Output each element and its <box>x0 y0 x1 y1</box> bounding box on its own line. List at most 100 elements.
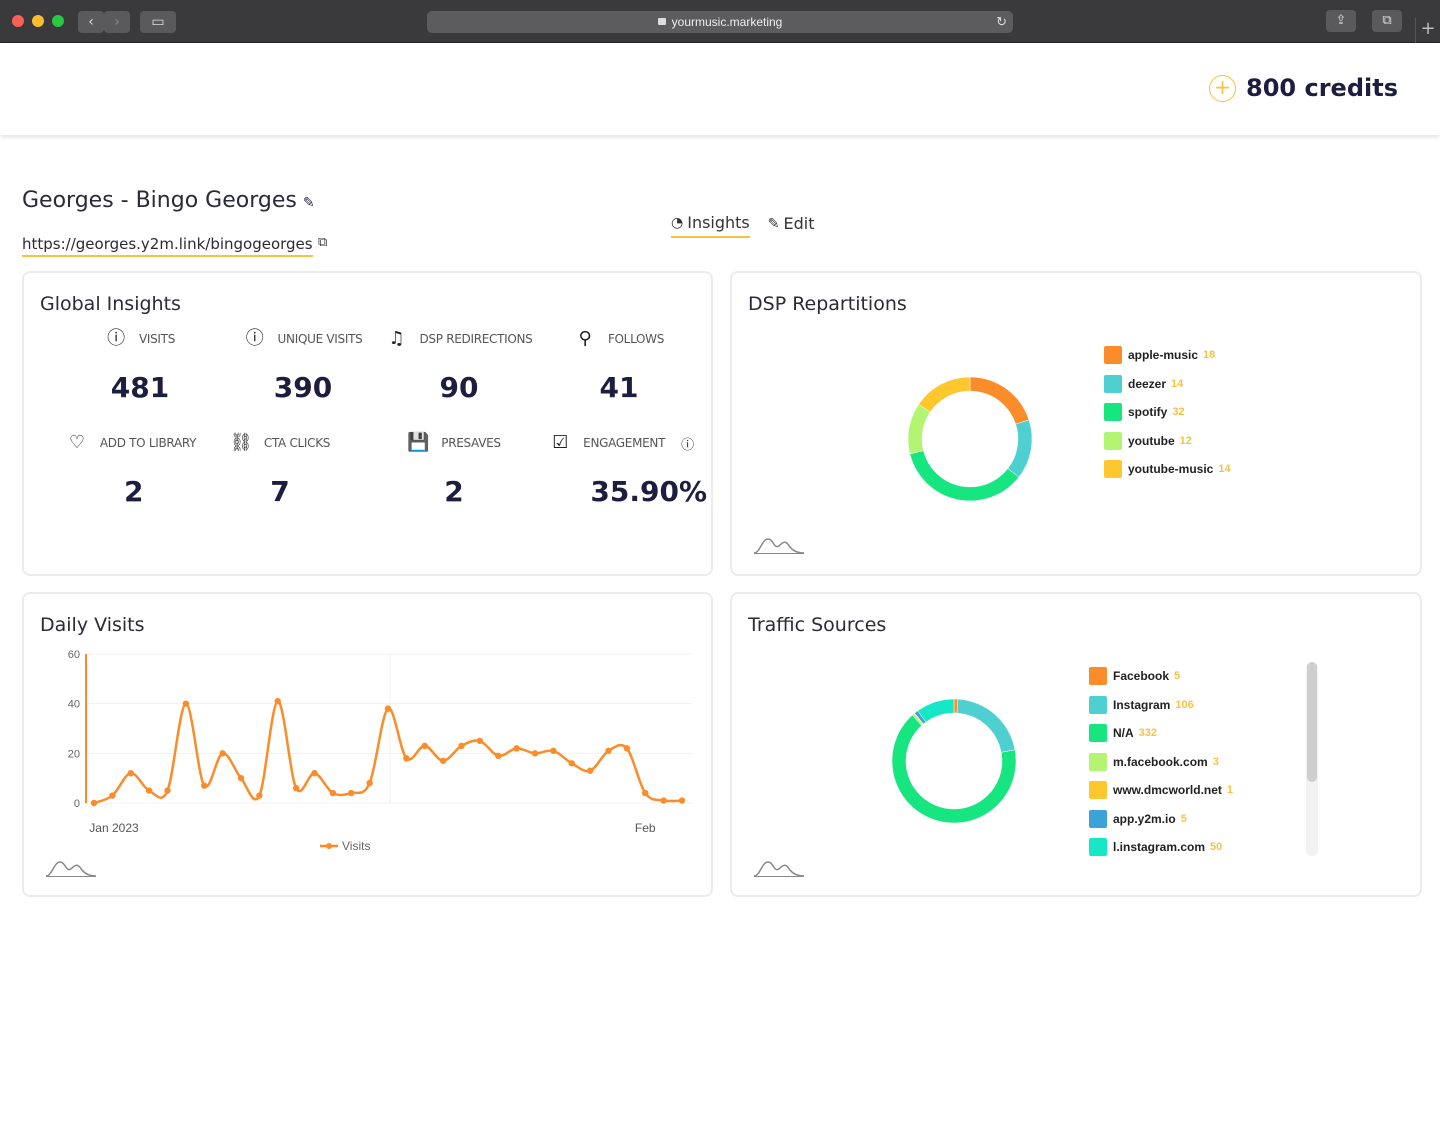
smart-link-url[interactable]: https://georges.y2m.link/bingogeorges <box>22 235 313 257</box>
donut-slice-spotify[interactable] <box>909 450 1020 502</box>
stat-cta-clicks: ⛓ CTA CLICKS 7 <box>216 431 344 508</box>
data-point[interactable] <box>605 747 612 755</box>
chart-logo-icon <box>45 861 97 877</box>
edit-pencil-icon[interactable]: ✎ <box>303 195 315 211</box>
data-point[interactable] <box>201 782 208 789</box>
legend-item[interactable]: spotify 32 <box>1104 398 1231 427</box>
copy-icon[interactable]: ⧉ <box>318 235 327 250</box>
chart-logo-icon <box>753 861 805 877</box>
data-point[interactable] <box>403 755 410 762</box>
data-point[interactable] <box>586 767 594 774</box>
legend-value: 5 <box>1174 670 1181 683</box>
stat-value: 90 <box>439 371 479 404</box>
stat-value: 2 <box>444 475 464 508</box>
data-point[interactable] <box>256 792 263 799</box>
stat-presaves: 💾 PRESAVES 2 <box>384 431 524 508</box>
legend-swatch <box>1104 403 1122 422</box>
legend-scrollbar-thumb[interactable] <box>1307 662 1317 782</box>
card-title: DSP Repartitions <box>748 293 907 315</box>
legend-item[interactable]: www.dmcworld.net 1 <box>1089 776 1233 805</box>
legend-label: Instagram <box>1113 697 1171 712</box>
legend-item[interactable]: m.facebook.com 3 <box>1089 748 1233 777</box>
data-point[interactable] <box>127 770 134 777</box>
zoom-window-button[interactable] <box>52 15 64 27</box>
legend-label: l.instagram.com <box>1113 840 1206 855</box>
close-window-button[interactable] <box>12 15 24 27</box>
minimize-window-button[interactable] <box>32 15 44 27</box>
data-point[interactable] <box>550 747 557 755</box>
data-point[interactable] <box>439 757 447 764</box>
add-credits-icon[interactable]: + <box>1209 74 1237 102</box>
tab-insights[interactable]: ◔ Insights <box>671 213 750 238</box>
legend-scrollbar[interactable] <box>1306 662 1318 856</box>
data-point[interactable] <box>145 787 153 794</box>
legend-swatch <box>1089 667 1107 686</box>
stat-label: FOLLOWS <box>607 332 665 346</box>
data-point[interactable] <box>384 705 392 712</box>
data-point[interactable] <box>531 750 539 757</box>
data-point[interactable] <box>329 789 337 797</box>
data-point[interactable] <box>568 760 575 767</box>
stat-label: ENGAGEMENT <box>583 436 666 450</box>
save-icon: 💾 <box>407 432 430 453</box>
tabs-icon: ⧉ <box>1382 13 1392 28</box>
data-point[interactable] <box>366 779 373 787</box>
data-point[interactable] <box>623 745 631 752</box>
data-point[interactable] <box>292 784 300 792</box>
legend-item[interactable]: deezer 14 <box>1104 370 1231 399</box>
legend-value: 14 <box>1171 377 1184 390</box>
donut-slice-youtube[interactable] <box>907 403 931 455</box>
data-point[interactable] <box>311 770 318 777</box>
data-point[interactable] <box>90 799 98 807</box>
donut-slice-deezer[interactable] <box>1007 419 1033 478</box>
card-title: Global Insights <box>40 293 181 315</box>
legend-label: N/A <box>1113 726 1134 741</box>
data-point[interactable] <box>476 737 484 745</box>
info-icon[interactable]: ⓘ <box>681 434 694 453</box>
data-point[interactable] <box>642 789 649 797</box>
data-point[interactable] <box>495 752 502 760</box>
legend-marker <box>326 843 332 849</box>
data-point[interactable] <box>678 797 686 804</box>
tab-overview-button[interactable]: ⧉ <box>1372 10 1402 32</box>
data-point[interactable] <box>274 697 281 705</box>
forward-button[interactable]: › <box>104 11 130 33</box>
data-point[interactable] <box>421 742 428 750</box>
data-point[interactable] <box>182 700 190 707</box>
legend-item[interactable]: youtube 12 <box>1104 427 1231 456</box>
legend-item[interactable]: youtube-music 14 <box>1104 455 1231 484</box>
data-point[interactable] <box>237 774 245 782</box>
legend-item[interactable]: Facebook 5 <box>1089 662 1233 691</box>
back-button[interactable]: ‹ <box>78 11 104 33</box>
data-point[interactable] <box>513 745 520 752</box>
tab-edit[interactable]: ✎ Edit <box>768 213 815 238</box>
legend-value: 332 <box>1138 727 1158 740</box>
stat-dsp-redirections: ♫ DSP REDIRECTIONS 90 <box>369 327 549 404</box>
address-bar[interactable]: yourmusic.marketing ↻ <box>427 11 1013 33</box>
legend-item[interactable]: app.y2m.io 5 <box>1089 805 1233 834</box>
dsp-donut-chart <box>907 376 1033 502</box>
data-point[interactable] <box>348 789 355 797</box>
reload-icon[interactable]: ↻ <box>996 11 1007 33</box>
credits-display[interactable]: + 800 credits <box>1209 74 1398 102</box>
data-point[interactable] <box>458 742 465 750</box>
donut-slice-apple-music[interactable] <box>969 376 1030 425</box>
new-tab-button[interactable]: + <box>1415 18 1440 43</box>
legend-item[interactable]: l.instagram.com 50 <box>1089 833 1233 862</box>
legend-item[interactable]: Instagram 106 <box>1089 691 1233 720</box>
legend-label: youtube-music <box>1128 462 1214 477</box>
data-point[interactable] <box>109 792 116 799</box>
sidebar-toggle-button[interactable]: ▭ <box>140 11 176 33</box>
donut-slice-instagram[interactable] <box>956 698 1016 753</box>
data-point[interactable] <box>164 787 171 794</box>
legend-item[interactable]: N/A 332 <box>1089 719 1233 748</box>
lock-icon <box>657 18 666 25</box>
share-button[interactable]: ⇪ <box>1326 10 1356 32</box>
data-point[interactable] <box>660 797 667 804</box>
data-point[interactable] <box>219 750 226 757</box>
stat-engagement: ☑ ENGAGEMENT ⓘ 35.90% <box>534 431 709 508</box>
legend-label[interactable]: Visits <box>342 839 370 853</box>
donut-slice-l-instagram-com[interactable] <box>917 698 955 723</box>
legend-item[interactable]: apple-music 18 <box>1104 341 1231 370</box>
donut-slice-youtube-music[interactable] <box>918 376 971 413</box>
